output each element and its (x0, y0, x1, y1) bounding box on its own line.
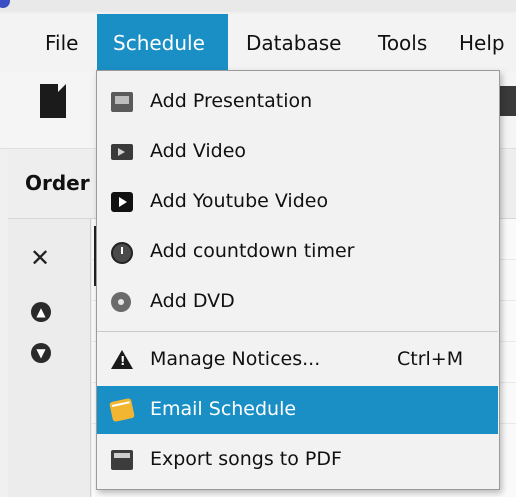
menu-item-label: Export songs to PDF (150, 448, 342, 470)
remove-icon[interactable]: ✕ (29, 244, 51, 272)
menu-add-youtube-video[interactable]: Add Youtube Video (97, 178, 498, 226)
menu-item-label: Add countdown timer (150, 240, 355, 262)
warning-icon (111, 350, 133, 369)
email-icon (109, 397, 135, 423)
menu-separator (97, 331, 498, 332)
move-down-icon[interactable]: ▼ (31, 343, 51, 363)
title-strip (0, 0, 516, 12)
presentation-icon (111, 92, 133, 112)
menu-file[interactable]: File (45, 14, 87, 72)
menu-item-label: Add Video (150, 140, 247, 162)
menu-add-countdown-timer[interactable]: Add countdown timer (97, 228, 498, 276)
pdf-icon (111, 450, 133, 470)
order-label: Order (25, 171, 90, 195)
menu-tools[interactable]: Tools (378, 14, 440, 72)
menu-add-dvd[interactable]: Add DVD (97, 278, 498, 326)
timer-icon (111, 242, 133, 264)
menu-schedule[interactable]: Schedule (97, 14, 228, 72)
menu-database[interactable]: Database (246, 14, 356, 72)
menu-add-video[interactable]: Add Video (97, 128, 498, 176)
menu-help[interactable]: Help (459, 14, 516, 72)
menu-item-label: Add DVD (150, 290, 235, 312)
menu-item-label: Email Schedule (150, 398, 297, 420)
menu-item-label: Add Presentation (150, 90, 313, 112)
menu-add-presentation[interactable]: Add Presentation (97, 78, 498, 126)
shortcut-label: Ctrl+M (397, 348, 464, 370)
menu-item-label: Manage Notices... (150, 348, 321, 370)
toolbar-partial-icon[interactable] (500, 86, 516, 116)
menu-manage-notices[interactable]: Manage Notices... Ctrl+M (97, 336, 498, 384)
menu-email-schedule[interactable]: Email Schedule (97, 386, 498, 434)
dvd-icon (111, 292, 131, 312)
new-document-icon[interactable] (40, 84, 66, 118)
menu-export-songs-pdf[interactable]: Export songs to PDF (97, 436, 498, 484)
menu-item-label: Add Youtube Video (150, 190, 329, 212)
move-up-icon[interactable]: ▲ (31, 302, 51, 322)
video-icon (111, 144, 133, 160)
youtube-icon (111, 192, 133, 212)
